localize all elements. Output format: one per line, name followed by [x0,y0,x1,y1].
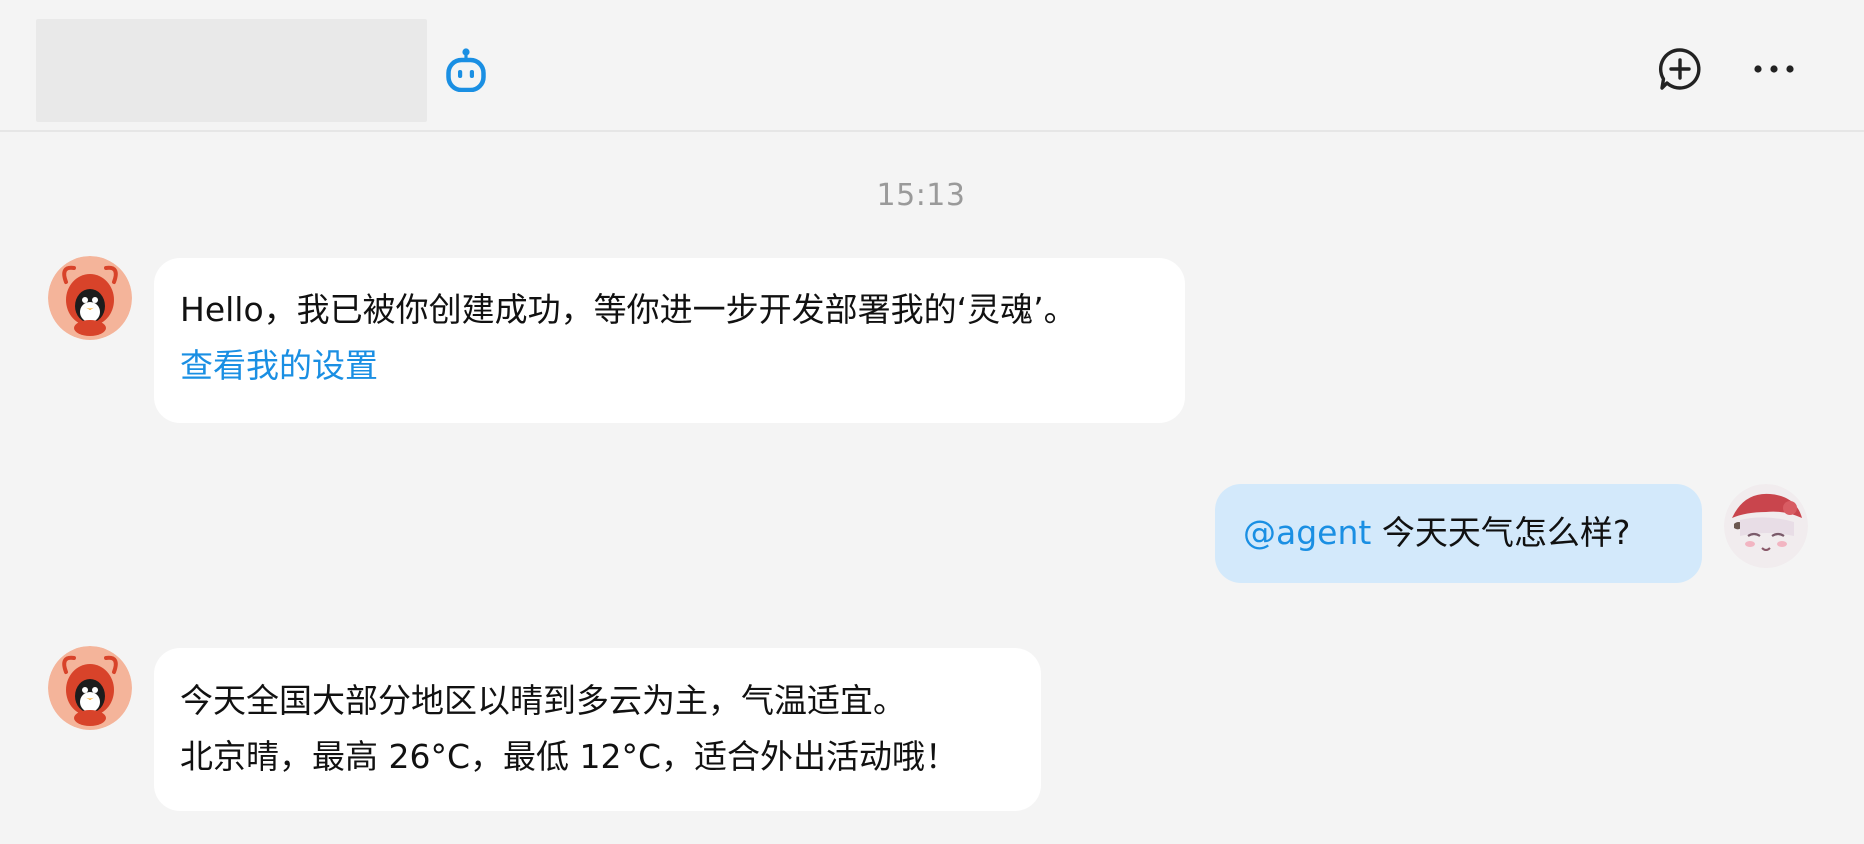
agent-message-bubble: 今天全国大部分地区以晴到多云为主，气温适宜。 北京晴，最高 26°C，最低 12… [154,648,1041,811]
message-text: 北京晴，最高 26°C，最低 12°C，适合外出活动哦！ [180,737,959,776]
agent-message-bubble: Hello，我已被你创建成功，等你进一步开发部署我的‘灵魂’。 查看我的设置 [154,258,1185,423]
mention-tag[interactable]: @agent [1243,513,1371,552]
more-dots-icon[interactable] [1752,57,1796,81]
message-text: 今天全国大部分地区以晴到多云为主，气温适宜。 [180,681,906,720]
robot-icon [446,48,486,92]
chat-header [0,0,1864,132]
chat-window: 15:13 Hello，我已被你创建成功，等你进一步开发部署我的‘灵魂’。 查看… [0,0,1864,844]
agent-avatar[interactable] [48,646,132,730]
message-timestamp: 15:13 [876,178,966,213]
view-settings-link[interactable]: 查看我的设置 [180,338,1159,394]
agent-avatar[interactable] [48,256,132,340]
user-message-bubble: @agent 今天天气怎么样? [1215,484,1702,583]
user-avatar[interactable] [1724,484,1808,568]
chat-title-placeholder [36,19,427,122]
message-text: 今天天气怎么样? [1371,513,1631,552]
add-comment-icon[interactable] [1658,47,1702,91]
message-text: Hello，我已被你创建成功，等你进一步开发部署我的‘灵魂’。 [180,290,1077,329]
